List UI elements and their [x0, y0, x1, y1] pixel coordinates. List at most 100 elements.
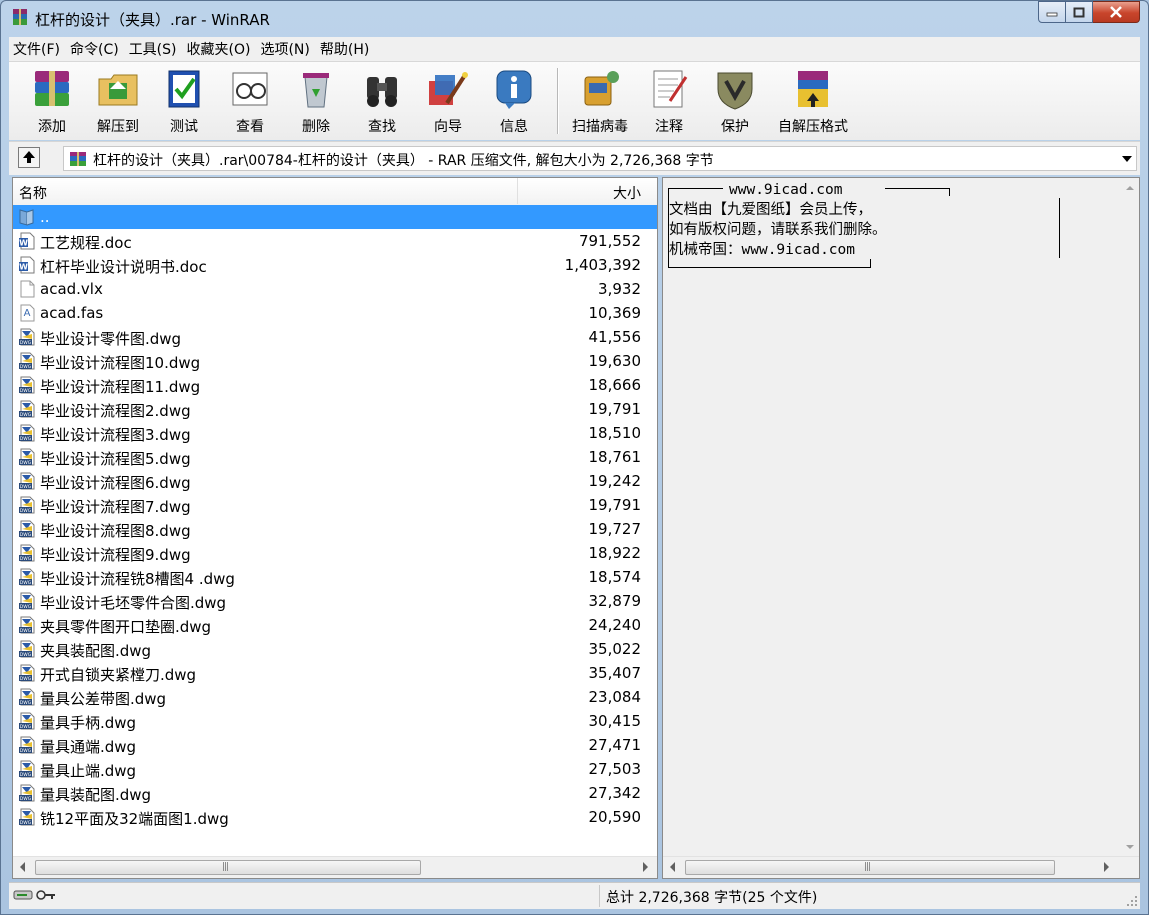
- file-size: 18,666: [588, 376, 642, 394]
- menu-file[interactable]: 文件(F): [9, 39, 64, 59]
- file-row[interactable]: DWG 毕业设计流程图7.dwg 19,791: [13, 493, 657, 517]
- scroll-left-icon[interactable]: [670, 862, 675, 872]
- menu-options[interactable]: 选项(N): [256, 39, 313, 59]
- file-size: 35,022: [588, 640, 642, 658]
- file-row[interactable]: W 杠杆毕业设计说明书.doc 1,403,392: [13, 253, 657, 277]
- wizard-icon: [429, 72, 468, 105]
- menu-favorites[interactable]: 收藏夹(O): [183, 39, 255, 59]
- protect-button[interactable]: 保护: [703, 65, 767, 137]
- file-row[interactable]: DWG 毕业设计流程图10.dwg 19,630: [13, 349, 657, 373]
- maximize-button[interactable]: [1066, 1, 1093, 23]
- file-row[interactable]: acad.vlx 3,932: [13, 277, 657, 301]
- rar-archive-icon: [70, 152, 86, 166]
- file-name: 毕业设计流程图11.dwg: [40, 378, 201, 396]
- file-row[interactable]: DWG 毕业设计流程图5.dwg 18,761: [13, 445, 657, 469]
- file-name: acad.fas: [40, 304, 104, 322]
- horizontal-scrollbar[interactable]: |||: [13, 856, 657, 878]
- file-size: 41,556: [588, 328, 642, 346]
- column-name-header[interactable]: 名称: [19, 183, 47, 203]
- file-row[interactable]: DWG 量具手柄.dwg 30,415: [13, 709, 657, 733]
- vertical-scrollbar[interactable]: [1121, 178, 1139, 858]
- scroll-left-icon[interactable]: [20, 862, 25, 872]
- file-row[interactable]: DWG 量具止端.dwg 27,503: [13, 757, 657, 781]
- chevron-down-icon[interactable]: [1122, 156, 1132, 162]
- view-button[interactable]: 查看: [218, 65, 282, 137]
- file-size: 18,574: [588, 568, 642, 586]
- scroll-right-icon[interactable]: [1104, 862, 1109, 872]
- horizontal-scrollbar[interactable]: |||: [663, 856, 1139, 878]
- minimize-button[interactable]: [1038, 1, 1066, 23]
- extract-to-button[interactable]: 解压到: [86, 65, 150, 137]
- virus-scan-button[interactable]: 扫描病毒: [565, 65, 635, 137]
- file-size: 19,791: [588, 400, 642, 418]
- file-row[interactable]: DWG 量具通端.dwg 27,471: [13, 733, 657, 757]
- find-button[interactable]: 查找: [350, 65, 414, 137]
- dwg-file-icon: DWG: [18, 472, 36, 490]
- add-button[interactable]: 添加: [20, 65, 84, 137]
- comment-button[interactable]: 注释: [637, 65, 701, 137]
- drive-key-icon[interactable]: [13, 888, 57, 902]
- wizard-button[interactable]: 向导: [416, 65, 480, 137]
- file-row[interactable]: DWG 毕业设计流程铣8槽图4 .dwg 18,574: [13, 565, 657, 589]
- dwg-file-icon: DWG: [18, 760, 36, 778]
- title-bar[interactable]: 杠杆的设计（夹具）.rar - WinRAR: [1, 1, 1148, 35]
- scroll-up-icon[interactable]: [1126, 186, 1134, 190]
- file-row[interactable]: DWG 毕业设计流程图11.dwg 18,666: [13, 373, 657, 397]
- virus-scan-icon: [584, 71, 619, 106]
- archive-path-field[interactable]: 杠杆的设计（夹具）.rar\00784-杠杆的设计（夹具） - RAR 压缩文件…: [63, 146, 1137, 171]
- file-row[interactable]: DWG 夹具零件图开口垫圈.dwg 24,240: [13, 613, 657, 637]
- file-name: 毕业设计流程图6.dwg: [40, 474, 191, 492]
- test-archive-icon: [168, 70, 200, 108]
- dwg-file-icon: DWG: [18, 544, 36, 562]
- column-divider[interactable]: [517, 178, 518, 204]
- column-size-header[interactable]: 大小: [613, 183, 641, 203]
- file-row[interactable]: W 工艺规程.doc 791,552: [13, 229, 657, 253]
- scrollbar-thumb[interactable]: |||: [685, 860, 1055, 875]
- scroll-right-icon[interactable]: [643, 862, 648, 872]
- menu-help[interactable]: 帮助(H): [316, 39, 373, 59]
- file-row[interactable]: DWG 毕业设计流程图2.dwg 19,791: [13, 397, 657, 421]
- file-row[interactable]: DWG 夹具装配图.dwg 35,022: [13, 637, 657, 661]
- resize-grip-icon[interactable]: [1126, 895, 1138, 907]
- up-folder-button[interactable]: [18, 147, 40, 168]
- scroll-down-icon[interactable]: [1126, 845, 1134, 849]
- parent-folder-row[interactable]: ..: [13, 205, 657, 229]
- file-row[interactable]: DWG 毕业设计流程图9.dwg 18,922: [13, 541, 657, 565]
- file-row[interactable]: DWG 毕业设计零件图.dwg 41,556: [13, 325, 657, 349]
- file-row[interactable]: DWG 量具装配图.dwg 27,342: [13, 781, 657, 805]
- comment-line: 如有版权问题，请联系我们删除。: [669, 222, 887, 238]
- dwg-file-icon: DWG: [18, 424, 36, 442]
- file-name: acad.vlx: [40, 280, 103, 298]
- svg-text:DWG: DWG: [20, 604, 32, 610]
- svg-text:DWG: DWG: [20, 412, 32, 418]
- sfx-archive-icon: [798, 71, 828, 107]
- svg-text:DWG: DWG: [20, 436, 32, 442]
- file-row[interactable]: DWG 铣12平面及32端面图1.dwg 20,590: [13, 805, 657, 829]
- sfx-button[interactable]: 自解压格式: [773, 65, 853, 137]
- info-button[interactable]: 信息: [482, 65, 546, 137]
- svg-text:DWG: DWG: [20, 556, 32, 562]
- file-row[interactable]: DWG 毕业设计毛坯零件合图.dwg 32,879: [13, 589, 657, 613]
- file-name: 量具公差带图.dwg: [40, 690, 167, 708]
- file-row[interactable]: Aacad.fas 10,369: [13, 301, 657, 325]
- file-name: 毕业设计流程图8.dwg: [40, 522, 191, 540]
- file-row[interactable]: DWG 开式自锁夹紧樘刀.dwg 35,407: [13, 661, 657, 685]
- toolbar: 添加 解压到 测试 查看 删除 查找 向导 信息 扫描病毒 注释 保护 自解压格…: [9, 61, 1140, 140]
- menu-commands[interactable]: 命令(C): [66, 39, 123, 59]
- test-button[interactable]: 测试: [152, 65, 216, 137]
- comment-notepad-icon: [653, 70, 688, 108]
- file-name: 夹具装配图.dwg: [40, 642, 152, 660]
- file-row[interactable]: DWG 量具公差带图.dwg 23,084: [13, 685, 657, 709]
- close-button[interactable]: [1093, 1, 1140, 23]
- file-row[interactable]: DWG 毕业设计流程图8.dwg 19,727: [13, 517, 657, 541]
- file-size: 10,369: [588, 304, 642, 322]
- menu-tools[interactable]: 工具(S): [125, 39, 181, 59]
- delete-button[interactable]: 删除: [284, 65, 348, 137]
- file-name: 毕业设计流程图2.dwg: [40, 402, 191, 420]
- dwg-file-icon: DWG: [18, 520, 36, 538]
- file-name: 铣12平面及32端面图1.dwg: [40, 810, 229, 828]
- scrollbar-thumb[interactable]: |||: [35, 860, 421, 875]
- file-row[interactable]: DWG 毕业设计流程图6.dwg 19,242: [13, 469, 657, 493]
- file-row[interactable]: DWG 毕业设计流程图3.dwg 18,510: [13, 421, 657, 445]
- protect-shield-icon: [717, 72, 753, 110]
